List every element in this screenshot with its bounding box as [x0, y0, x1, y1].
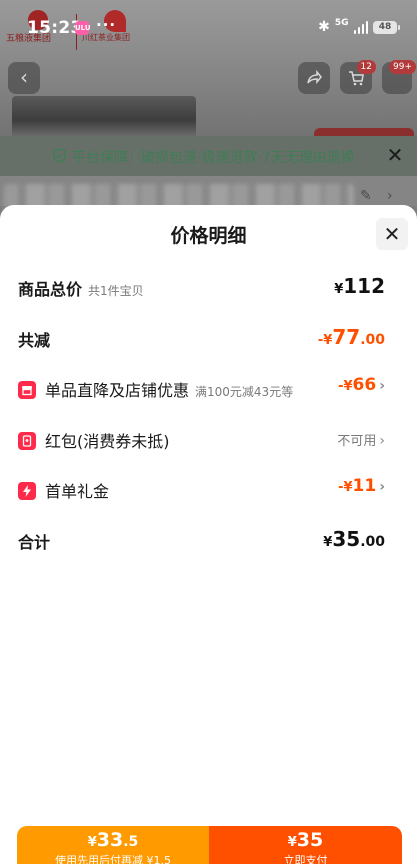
row-label: 单品直降及店铺优惠 满100元减43元等 [18, 377, 293, 401]
row-label: 首单礼金 [18, 478, 109, 502]
status-bar: 15:23 ULU ··· ✱ 5G 48 [0, 0, 417, 54]
sheet-title: 价格明细 [170, 225, 247, 247]
status-indicators: ✱ 5G 48 [318, 17, 400, 35]
pay-now-caption: 立即支付 [283, 854, 328, 864]
shield-icon [53, 148, 66, 163]
reduction-value: -¥77.00 [317, 325, 385, 349]
price-detail-sheet: 价格明细 ✕ 商品总价 共1件宝贝 ¥112 共减 -¥77.00 单品直降及店铺… [0, 205, 417, 864]
bolt-icon [18, 482, 36, 500]
signal-icon [353, 20, 368, 34]
close-icon: ✕ [383, 222, 401, 246]
cart-badge: 12 [356, 60, 376, 74]
cart-button[interactable]: 12 [340, 60, 376, 94]
guarantee-title: 平台保障 [72, 150, 128, 166]
discount-rule: 满100元减43元等 [195, 385, 294, 399]
more-notifications-icon: ··· [96, 16, 117, 34]
guarantee-text: 平台保障 破损包退·极速退款·7天无理由退换 [72, 147, 355, 167]
item-count: 共1件宝贝 [88, 284, 144, 298]
pay-now-amount: ¥35 [287, 829, 324, 851]
bluetooth-icon: ✱ [318, 19, 330, 35]
shop-discount-value: -¥66 › [338, 375, 385, 395]
row-label: 共减 [18, 331, 51, 350]
close-icon: ✕ [386, 143, 404, 167]
row-label: 红包(消费券未抵) [18, 428, 170, 452]
grand-total-value: ¥35.00 [323, 527, 385, 551]
row-label: 商品总价 共1件宝贝 [18, 280, 144, 299]
first-order-gift-value: -¥11 › [338, 476, 385, 496]
back-button[interactable]: ‹ [8, 62, 40, 94]
more-badge: 99+ [389, 60, 416, 74]
pay-later-button[interactable]: ¥33.5 使用先用后付再减 ¥1.5 [17, 826, 209, 864]
network-type: 5G [334, 17, 349, 28]
row-total-price: 商品总价 共1件宝贝 ¥112 [18, 274, 385, 302]
share-icon [307, 69, 322, 85]
product-image [12, 96, 196, 136]
row-total-reduction: 共减 -¥77.00 [18, 325, 385, 353]
more-button[interactable]: 99+ [382, 60, 416, 94]
battery-icon: 48 [373, 20, 400, 34]
payment-bar: ¥33.5 使用先用后付再减 ¥1.5 ¥35 立即支付 [17, 826, 402, 864]
chevron-right-icon: › [379, 433, 385, 449]
chevron-right-icon[interactable]: › [387, 188, 393, 204]
row-red-packet[interactable]: 红包(消费券未抵) 不可用 › [18, 426, 385, 454]
guarantee-close-button[interactable]: ✕ [384, 143, 406, 169]
row-label: 合计 [18, 533, 51, 552]
row-shop-discount[interactable]: 单品直降及店铺优惠 满100元减43元等 -¥66 › [18, 375, 385, 403]
row-first-order-gift[interactable]: 首单礼金 -¥11 › [18, 476, 385, 504]
row-grand-total: 合计 ¥35.00 [18, 527, 385, 555]
edit-icon[interactable]: ✎ [360, 188, 372, 204]
pay-later-amount: ¥33.5 [87, 829, 139, 851]
total-price-value: ¥112 [334, 274, 385, 298]
pay-now-button[interactable]: ¥35 立即支付 [209, 826, 402, 864]
chevron-right-icon: › [379, 479, 385, 495]
guarantee-details: 破损包退·极速退款·7天无理由退换 [141, 150, 355, 166]
shop-icon [18, 381, 36, 399]
red-packet-status: 不可用 › [337, 433, 385, 449]
sheet-close-button[interactable]: ✕ [376, 218, 408, 250]
guarantee-divider [134, 150, 135, 163]
red-packet-icon [18, 432, 36, 450]
app-notification-icon: ULU [75, 21, 91, 35]
pay-later-caption: 使用先用后付再减 ¥1.5 [55, 854, 171, 864]
chevron-right-icon: › [379, 378, 385, 394]
platform-guarantee-bar[interactable]: 平台保障 破损包退·极速退款·7天无理由退换 [0, 136, 417, 176]
share-button[interactable] [298, 62, 330, 94]
